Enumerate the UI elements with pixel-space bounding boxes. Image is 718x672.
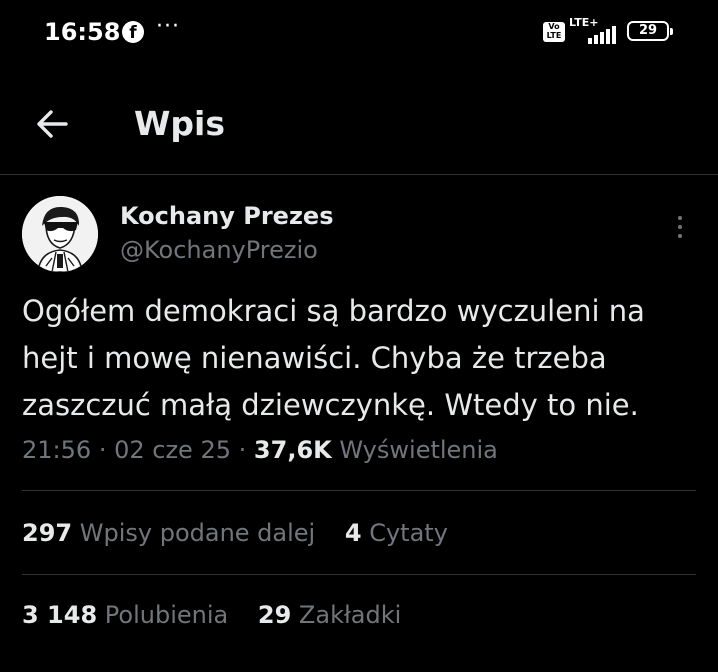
- battery-level: 29: [638, 23, 658, 38]
- facebook-icon: f: [122, 21, 144, 43]
- reposts-stat[interactable]: 297 Wpisy podane dalej: [22, 519, 315, 547]
- quotes-count: 4: [344, 519, 362, 547]
- stats-row-likes: 3 148 Polubienia 29 Zakładki: [22, 601, 423, 629]
- battery-icon: 29: [627, 21, 673, 41]
- arrow-left-icon: [37, 110, 68, 138]
- divider: [22, 490, 696, 491]
- avatar-image: [22, 196, 98, 272]
- tweet-text: Ogółem demokraci są bardzo wyczuleni na …: [22, 294, 645, 422]
- views-count: 37,6K: [253, 436, 332, 464]
- vertical-dots-icon: [678, 216, 682, 220]
- likes-count: 3 148: [22, 601, 98, 629]
- divider: [22, 574, 696, 575]
- status-more-dots: ···: [156, 14, 180, 39]
- likes-label: Polubienia: [104, 601, 229, 629]
- meta-separator: ·: [238, 436, 247, 464]
- quotes-stat[interactable]: 4 Cytaty: [345, 519, 448, 547]
- vertical-dots-icon-dot: [678, 234, 682, 238]
- tweet-date[interactable]: 02 cze 25: [114, 436, 231, 464]
- status-time: 16:58: [44, 18, 121, 46]
- more-options-button[interactable]: [666, 210, 694, 244]
- page-title: Wpis: [134, 104, 225, 143]
- bookmarks-stat[interactable]: 29 Zakładki: [258, 601, 401, 629]
- volte-icon: Vo LTE: [543, 22, 565, 42]
- author-handle[interactable]: @KochanyPrezio: [120, 236, 318, 264]
- stats-row-reposts: 297 Wpisy podane dalej 4 Cytaty: [22, 519, 470, 547]
- signal-icon: [570, 22, 618, 44]
- avatar[interactable]: [22, 196, 98, 272]
- app-header: Wpis: [0, 66, 718, 175]
- reposts-label: Wpisy podane dalej: [79, 519, 316, 547]
- status-bar: 16:58 f ··· Vo LTE LTE+ 29: [0, 0, 718, 66]
- likes-stat[interactable]: 3 148 Polubienia: [22, 601, 228, 629]
- vertical-dots-icon-dot: [678, 225, 682, 229]
- quotes-label: Cytaty: [369, 519, 448, 547]
- tweet-meta: 21:56 · 02 cze 25 · 37,6K Wyświetlenia: [22, 436, 498, 464]
- reposts-count: 297: [22, 519, 73, 547]
- author-name[interactable]: Kochany Prezes: [120, 202, 334, 230]
- views-label: Wyświetlenia: [339, 436, 498, 464]
- bookmarks-count: 29: [257, 601, 292, 629]
- back-button[interactable]: [30, 102, 74, 146]
- bookmarks-label: Zakładki: [298, 601, 402, 629]
- tweet-time[interactable]: 21:56: [22, 436, 91, 464]
- meta-separator: ·: [98, 436, 107, 464]
